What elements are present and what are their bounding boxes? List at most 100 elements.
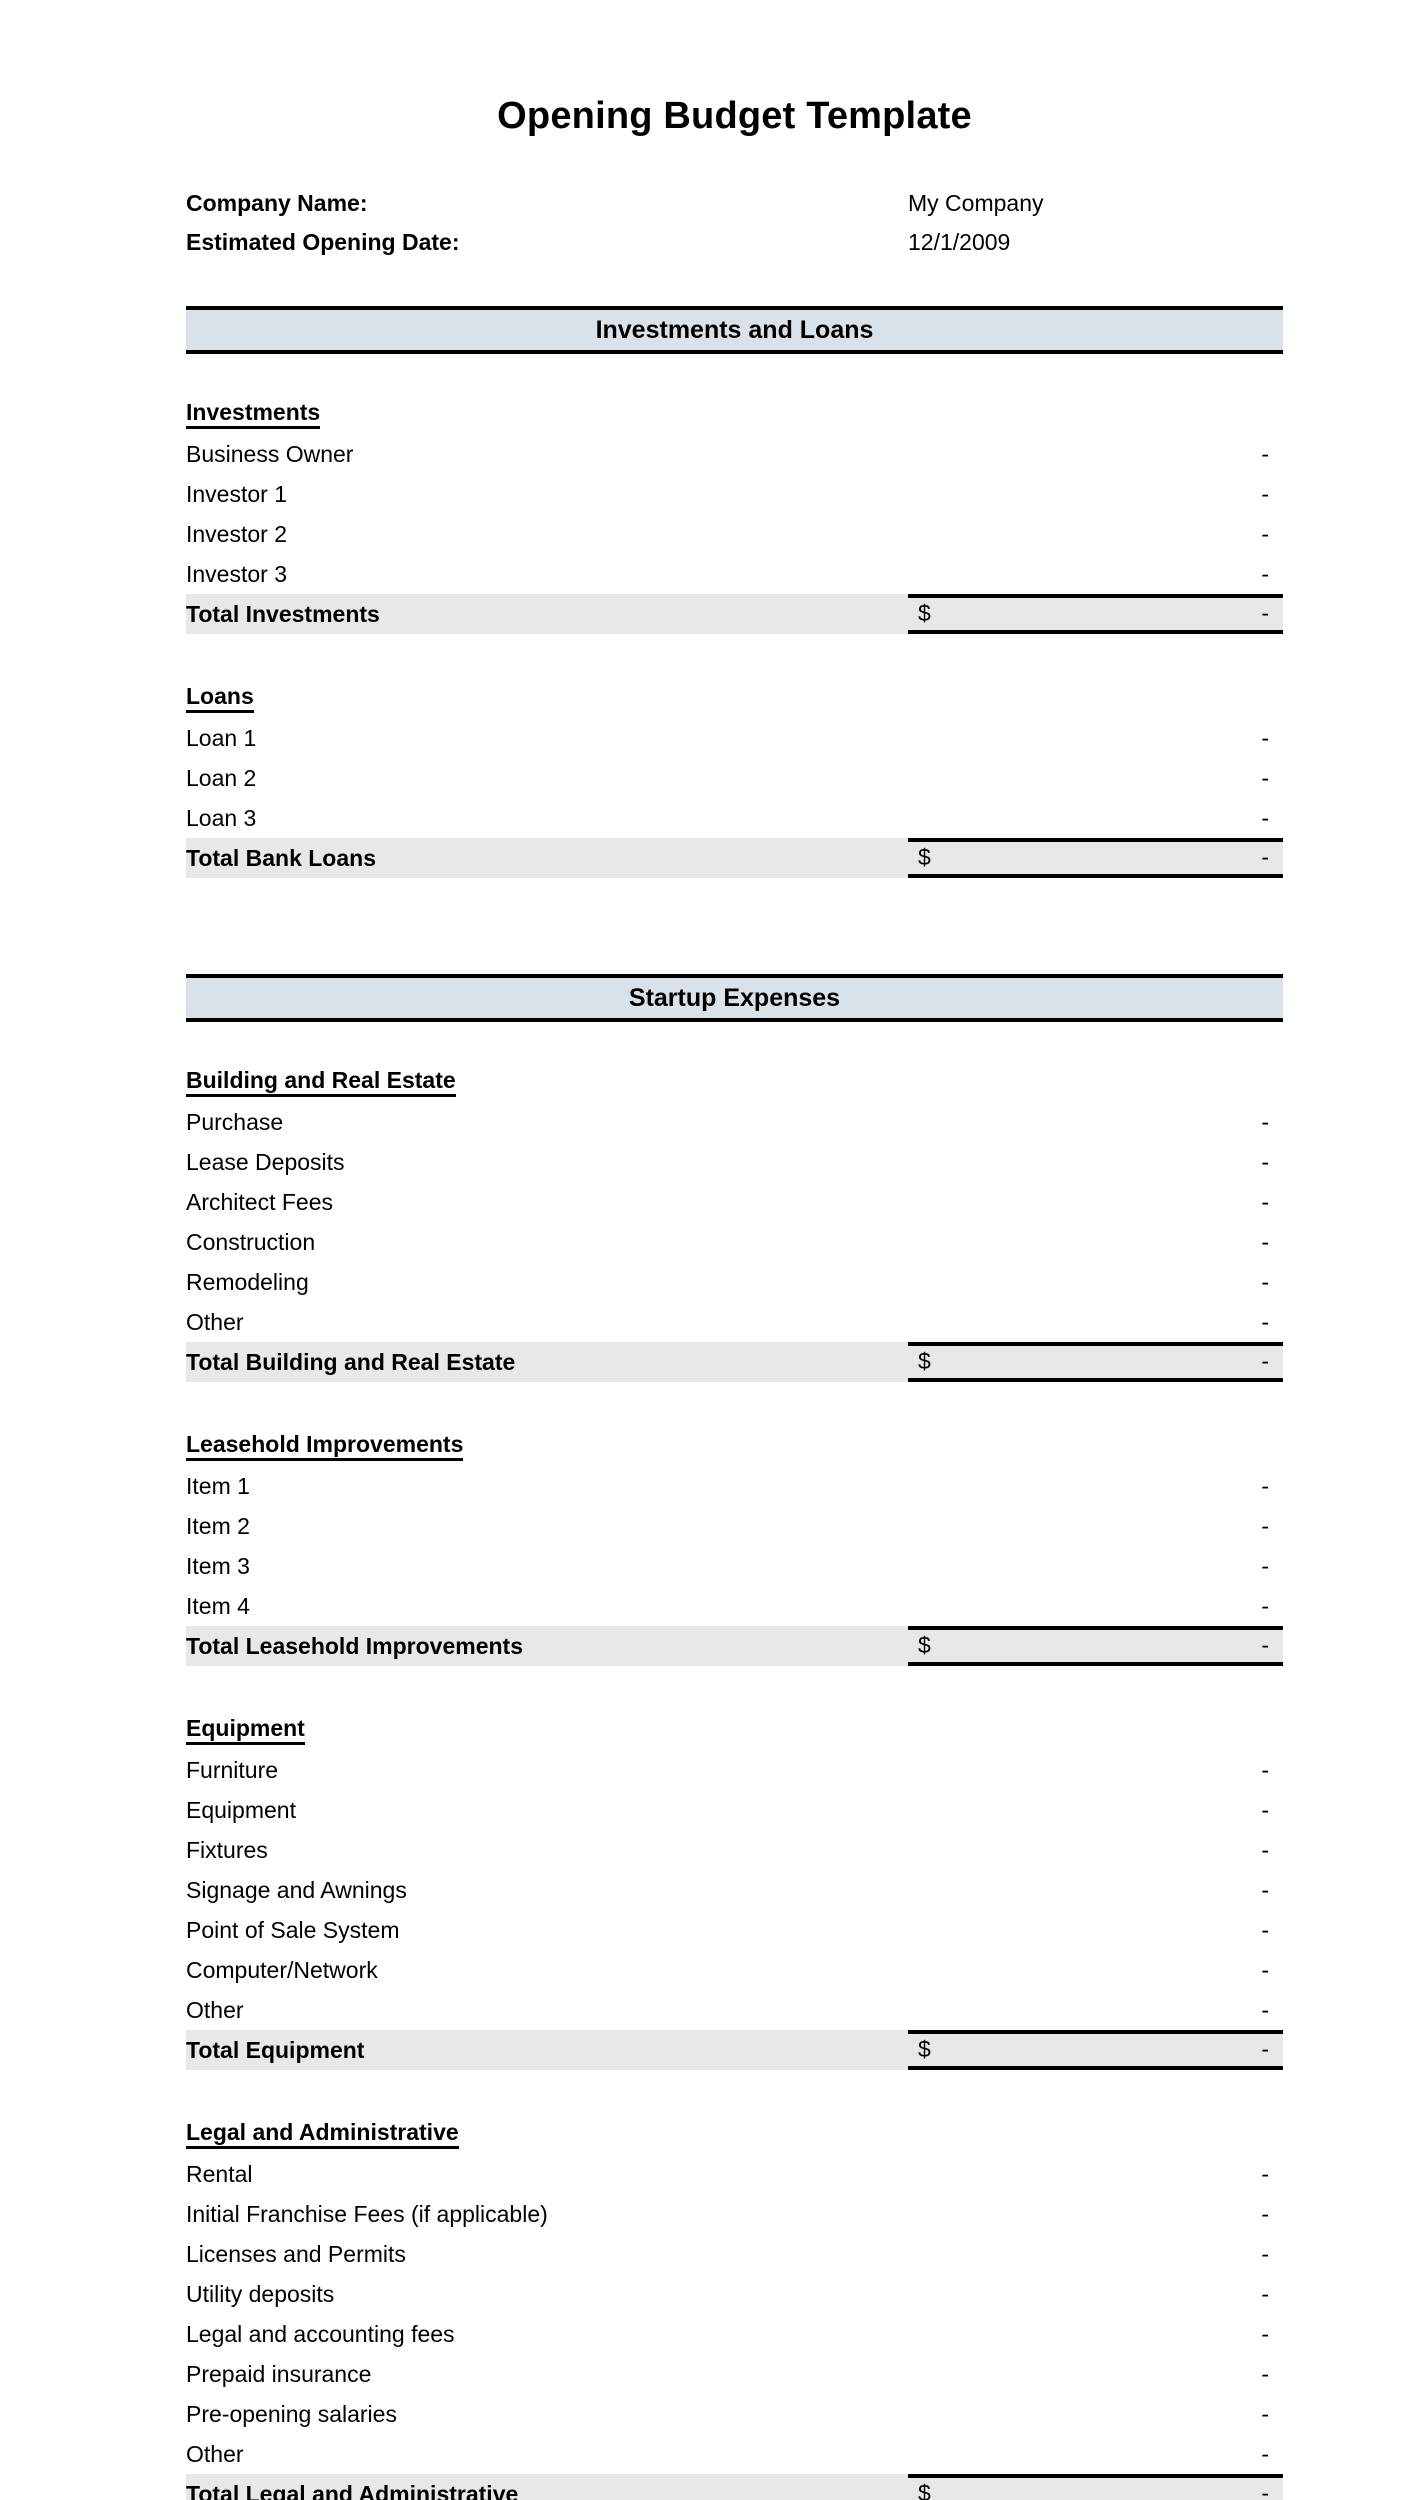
line-item-amount[interactable]: -	[1261, 1466, 1269, 1506]
group-heading-text: Leasehold Improvements	[186, 1430, 464, 1461]
list-item: Licenses and Permits -	[186, 2234, 1283, 2274]
line-item-label: Point of Sale System	[186, 1916, 400, 1943]
list-item: Item 1 -	[186, 1466, 1283, 1506]
line-item-amount[interactable]: -	[1261, 1910, 1269, 1950]
line-item-amount[interactable]: -	[1261, 1586, 1269, 1626]
line-item-amount[interactable]: -	[1261, 514, 1269, 554]
line-item-amount[interactable]: -	[1261, 1142, 1269, 1182]
total-label: Total Leasehold Improvements	[186, 1625, 908, 1666]
line-item-amount[interactable]: -	[1261, 1950, 1269, 1990]
group-heading: Loans	[186, 678, 1283, 718]
total-label: Total Legal and Administrative	[186, 2473, 908, 2500]
line-item-amount[interactable]: -	[1261, 1750, 1269, 1790]
line-item-amount[interactable]: -	[1261, 1222, 1269, 1262]
line-item-amount[interactable]: -	[1261, 1262, 1269, 1302]
total-row-bank-loans: Total Bank Loans $ -	[186, 837, 1283, 878]
line-item-label: Lease Deposits	[186, 1148, 345, 1175]
total-row-legal-and-administrative: Total Legal and Administrative $ -	[186, 2473, 1283, 2500]
list-item: Fixtures -	[186, 1830, 1283, 1870]
section-header-investments-and-loans: Investments and Loans	[186, 305, 1283, 354]
list-item: Lease Deposits -	[186, 1142, 1283, 1182]
group-heading: Leasehold Improvements	[186, 1426, 1283, 1466]
list-item: Other -	[186, 1302, 1283, 1342]
header-field-row: Estimated Opening Date: 12/1/2009	[186, 229, 1283, 268]
list-item: Prepaid insurance -	[186, 2354, 1283, 2394]
list-item: Investor 1 -	[186, 474, 1283, 514]
section-startup-expenses: Startup Expenses Building and Real Estat…	[186, 973, 1283, 2500]
line-item-amount[interactable]: -	[1261, 1830, 1269, 1870]
company-name-label: Company Name:	[186, 189, 368, 216]
line-item-label: Signage and Awnings	[186, 1876, 407, 1903]
group-heading-text: Legal and Administrative	[186, 2118, 459, 2149]
list-item: Construction -	[186, 1222, 1283, 1262]
total-amount-box: $ -	[908, 837, 1283, 878]
currency-symbol: $	[918, 2036, 931, 2063]
line-item-label: Equipment	[186, 1796, 296, 1823]
list-item: Point of Sale System -	[186, 1910, 1283, 1950]
line-item-amount[interactable]: -	[1261, 1506, 1269, 1546]
list-item: Loan 2 -	[186, 758, 1283, 798]
line-item-amount[interactable]: -	[1261, 798, 1269, 838]
line-item-amount[interactable]: -	[1261, 554, 1269, 594]
line-item-amount[interactable]: -	[1261, 718, 1269, 758]
line-item-amount[interactable]: -	[1261, 474, 1269, 514]
total-amount-box: $ -	[908, 2473, 1283, 2500]
line-item-amount[interactable]: -	[1261, 1302, 1269, 1342]
list-item: Item 3 -	[186, 1546, 1283, 1586]
line-item-amount[interactable]: -	[1261, 1990, 1269, 2030]
total-label: Total Building and Real Estate	[186, 1341, 908, 1382]
line-item-amount[interactable]: -	[1261, 2434, 1269, 2474]
line-item-amount[interactable]: -	[1261, 2194, 1269, 2234]
list-item: Item 4 -	[186, 1586, 1283, 1626]
line-item-amount[interactable]: -	[1261, 1790, 1269, 1830]
line-item-label: Business Owner	[186, 440, 354, 467]
line-item-amount[interactable]: -	[1261, 2394, 1269, 2434]
section-investments-and-loans: Investments and Loans Investments Busine…	[186, 305, 1283, 878]
line-item-amount[interactable]: -	[1261, 2234, 1269, 2274]
line-item-label: Investor 1	[186, 480, 287, 507]
group-loans: Loans Loan 1 - Loan 2 - Loan 3 - Total B…	[186, 678, 1283, 878]
line-item-amount[interactable]: -	[1261, 2274, 1269, 2314]
list-item: Loan 3 -	[186, 798, 1283, 838]
line-item-label: Remodeling	[186, 1268, 309, 1295]
line-item-amount[interactable]: -	[1261, 1870, 1269, 1910]
opening-date-label: Estimated Opening Date:	[186, 228, 460, 255]
line-item-amount[interactable]: -	[1261, 758, 1269, 798]
line-item-amount[interactable]: -	[1261, 2314, 1269, 2354]
line-item-label: Item 4	[186, 1592, 250, 1619]
line-item-label: Other	[186, 2440, 244, 2467]
list-item: Purchase -	[186, 1102, 1283, 1142]
line-item-label: Rental	[186, 2160, 253, 2187]
total-amount-box: $ -	[908, 2029, 1283, 2070]
group-legal-and-administrative: Legal and Administrative Rental - Initia…	[186, 2114, 1283, 2500]
line-item-label: Loan 3	[186, 804, 257, 831]
line-item-amount[interactable]: -	[1261, 434, 1269, 474]
group-heading-text: Building and Real Estate	[186, 1066, 456, 1097]
line-item-amount[interactable]: -	[1261, 1182, 1269, 1222]
line-item-amount[interactable]: -	[1261, 2354, 1269, 2394]
page-title: Opening Budget Template	[497, 95, 972, 137]
line-item-label: Other	[186, 1996, 244, 2023]
line-item-amount[interactable]: -	[1261, 1546, 1269, 1586]
group-equipment: Equipment Furniture - Equipment - Fixtur…	[186, 1710, 1283, 2070]
line-item-label: Pre-opening salaries	[186, 2400, 397, 2427]
line-item-label: Purchase	[186, 1108, 284, 1135]
line-item-amount[interactable]: -	[1261, 1102, 1269, 1142]
list-item: Pre-opening salaries -	[186, 2394, 1283, 2434]
total-amount-box: $ -	[908, 1341, 1283, 1382]
list-item: Investor 3 -	[186, 554, 1283, 594]
list-item: Architect Fees -	[186, 1182, 1283, 1222]
opening-date-value[interactable]: 12/1/2009	[908, 229, 1010, 256]
list-item: Item 2 -	[186, 1506, 1283, 1546]
list-item: Equipment -	[186, 1790, 1283, 1830]
line-item-label: Investor 2	[186, 520, 287, 547]
header-field-row: Company Name: My Company	[186, 190, 1283, 229]
company-name-value[interactable]: My Company	[908, 190, 1043, 217]
line-item-amount[interactable]: -	[1261, 2154, 1269, 2194]
group-heading-text: Equipment	[186, 1714, 305, 1745]
line-item-label: Loan 2	[186, 764, 257, 791]
